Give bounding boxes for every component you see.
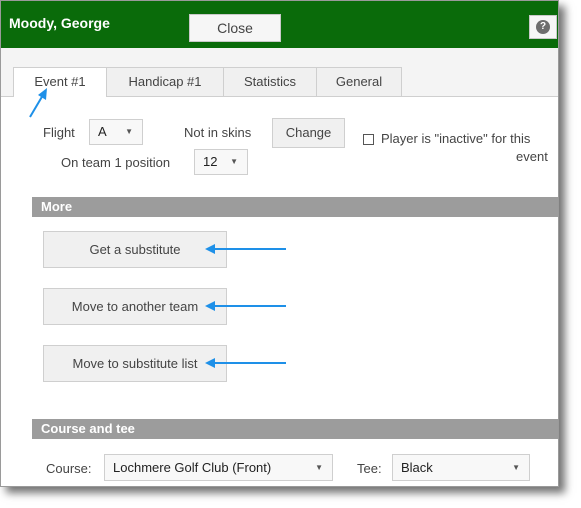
arrow-annotation-sub-list bbox=[205, 358, 286, 368]
arrow-annotation-substitute bbox=[205, 244, 286, 254]
player-dialog: Moody, George Close ? Event #1 Handicap … bbox=[0, 0, 559, 487]
annotation-arrows bbox=[29, 88, 286, 368]
arrow-annotation-tab bbox=[29, 88, 47, 118]
arrow-annotation-move-team bbox=[205, 301, 286, 311]
